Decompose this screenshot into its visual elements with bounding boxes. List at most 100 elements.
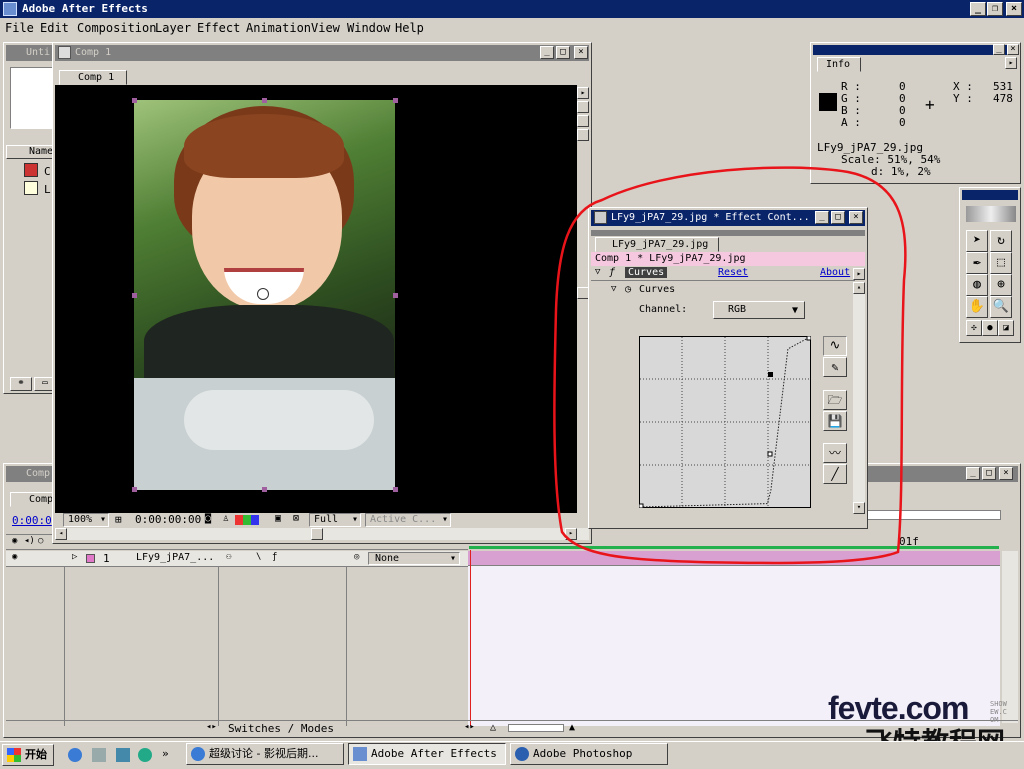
panel-option-icon[interactable] (577, 129, 589, 141)
visibility-eye-icon[interactable]: ◉ (12, 552, 17, 562)
timeline-tab[interactable]: Comp (10, 492, 56, 507)
menu-layer[interactable]: Layer (155, 21, 191, 35)
track-xy-icon[interactable]: ✣ (966, 320, 982, 336)
menu-bar: File Edit Composition Layer Effect Anima… (0, 18, 1024, 38)
comp-viewer[interactable] (55, 85, 577, 513)
project-column-name[interactable]: Name (6, 145, 58, 159)
panel-menu-icon[interactable]: ▸ (1005, 57, 1017, 69)
orbit-camera-icon[interactable]: ⊕ (990, 274, 1012, 296)
menu-file[interactable]: File (5, 21, 34, 35)
quick-launch-icon[interactable] (116, 748, 130, 762)
start-button[interactable]: 开始 (2, 744, 54, 766)
view-dropdown[interactable]: Active C... ▾ (365, 513, 451, 527)
task-button-photoshop[interactable]: Adobe Photoshop (510, 743, 668, 765)
comp-timecode[interactable]: 0:00:00:00 (135, 513, 201, 526)
scroll-left-icon[interactable]: ◂ (55, 528, 67, 540)
track-z-icon[interactable]: ● (982, 320, 998, 336)
expand-triangle-icon[interactable]: ▷ (72, 552, 77, 562)
panel-option-icon[interactable] (577, 101, 589, 113)
current-time-indicator[interactable] (470, 550, 471, 726)
scrollbar-thumb[interactable] (311, 528, 323, 540)
rgb-channels-icon[interactable] (235, 515, 259, 525)
layer-handle[interactable] (132, 487, 137, 492)
resolution-dropdown[interactable]: Full ▾ (309, 513, 361, 527)
task-button-after-effects[interactable]: Adobe After Effects (348, 743, 506, 765)
camera-icon[interactable]: ◙ (205, 513, 211, 524)
parent-dropdown[interactable]: None ▾ (368, 552, 460, 565)
quality-icon[interactable]: \ (256, 552, 261, 562)
quick-launch-overflow-icon[interactable]: » (162, 747, 169, 760)
scroll-arrows-icon[interactable]: ◂▸ (206, 722, 217, 732)
pan-behind-icon[interactable]: ◍ (966, 274, 988, 296)
shy-icon[interactable]: ⚇ (226, 552, 231, 562)
comp-horizontal-scrollbar[interactable]: ◂ ▸ (55, 528, 589, 540)
menu-view[interactable]: View (311, 21, 340, 35)
panel-menu-icon[interactable]: ▸ (577, 87, 589, 99)
show-desktop-icon[interactable] (92, 748, 106, 762)
show-channel-icon[interactable]: ♙ (223, 513, 229, 524)
layer-handle[interactable] (262, 487, 267, 492)
hand-icon[interactable]: ✋ (966, 296, 988, 318)
solo-icon[interactable]: ○ (38, 536, 43, 546)
region-of-interest-icon[interactable]: ▣ (275, 513, 281, 524)
maximize-icon[interactable]: □ (556, 46, 570, 59)
column-divider (218, 566, 219, 726)
minimize-icon[interactable]: _ (970, 2, 986, 16)
layer-name[interactable]: LFy9_jPA7_... (136, 552, 214, 563)
title-safe-icon[interactable]: ⊞ (115, 513, 122, 526)
menu-effect[interactable]: Effect (197, 21, 240, 35)
layer-handle[interactable] (393, 98, 398, 103)
minimize-icon[interactable]: _ (966, 467, 980, 480)
scroll-arrows-icon[interactable]: ◂▸ (464, 722, 475, 732)
rectangle-mask-icon[interactable]: ⬚ (990, 252, 1012, 274)
zoom-slider[interactable] (508, 724, 564, 732)
transparency-grid-icon[interactable]: ⊠ (293, 513, 299, 524)
zoom-in-icon[interactable]: ▲ (569, 722, 575, 733)
menu-composition[interactable]: Composition (77, 21, 156, 35)
project-item[interactable]: C (44, 165, 51, 178)
minimize-icon[interactable]: _ (540, 46, 554, 59)
menu-animation[interactable]: Animation (246, 21, 311, 35)
panel-option-icon[interactable] (577, 115, 589, 127)
audio-icon[interactable]: ◂) (24, 536, 35, 546)
effect-switch-icon[interactable]: ƒ (272, 552, 277, 562)
info-tab[interactable]: Info (817, 57, 861, 72)
project-item[interactable]: L (44, 183, 51, 196)
layer-handle[interactable] (393, 293, 398, 298)
selection-arrow-icon[interactable]: ➤ (966, 230, 988, 252)
menu-window[interactable]: Window (347, 21, 390, 35)
zoom-out-icon[interactable]: △ (490, 722, 496, 733)
layer-handle[interactable] (262, 98, 267, 103)
menu-help[interactable]: Help (395, 21, 424, 35)
pen-icon[interactable]: ✒ (966, 252, 988, 274)
layer-handle[interactable] (132, 98, 137, 103)
close-icon[interactable]: × (574, 46, 588, 59)
media-player-icon[interactable] (138, 748, 152, 762)
close-icon[interactable]: × (1006, 2, 1022, 16)
close-icon[interactable]: × (999, 467, 1013, 480)
label-color-swatch[interactable] (86, 554, 95, 563)
layer-handle[interactable] (393, 487, 398, 492)
task-button-browser[interactable]: 超级讨论 - 影视后期... (186, 743, 344, 765)
minimize-icon[interactable]: _ (993, 44, 1005, 55)
comp-tab[interactable]: Comp 1 (59, 70, 127, 85)
internet-explorer-icon[interactable] (68, 748, 82, 762)
timeline-timecode[interactable]: 0:00:0 (12, 514, 52, 527)
anchor-point-icon[interactable] (257, 288, 269, 300)
switches-modes-toggle[interactable]: Switches / Modes (228, 722, 334, 735)
maximize-icon[interactable]: □ (982, 467, 996, 480)
restore-icon[interactable]: ❐ (987, 2, 1003, 16)
eye-icon[interactable]: ◉ (12, 536, 17, 546)
zoom-icon[interactable]: 🔍 (990, 296, 1012, 318)
menu-edit[interactable]: Edit (40, 21, 69, 35)
zoom-dropdown[interactable]: 100% ▾ (63, 513, 109, 527)
close-icon[interactable]: × (1007, 44, 1019, 55)
layer-handle[interactable] (132, 293, 137, 298)
unified-camera-icon[interactable]: ◪ (998, 320, 1014, 336)
binoculars-icon[interactable]: ⚭ (10, 377, 32, 391)
rotate-icon[interactable]: ↻ (990, 230, 1012, 252)
timeline-vertical-scrollbar[interactable] (1002, 551, 1018, 723)
comp-toolbar: 100% ▾ ⊞ 0:00:00:00 ◙ ♙ ▣ ⊠ Full ▾ Active … (55, 513, 589, 527)
parent-pickwhip-icon[interactable]: ◎ (354, 552, 359, 562)
table-row[interactable]: ◉ ▷ 1 LFy9_jPA7_... ⚇ \ ƒ ◎ None ▾ (6, 551, 468, 567)
